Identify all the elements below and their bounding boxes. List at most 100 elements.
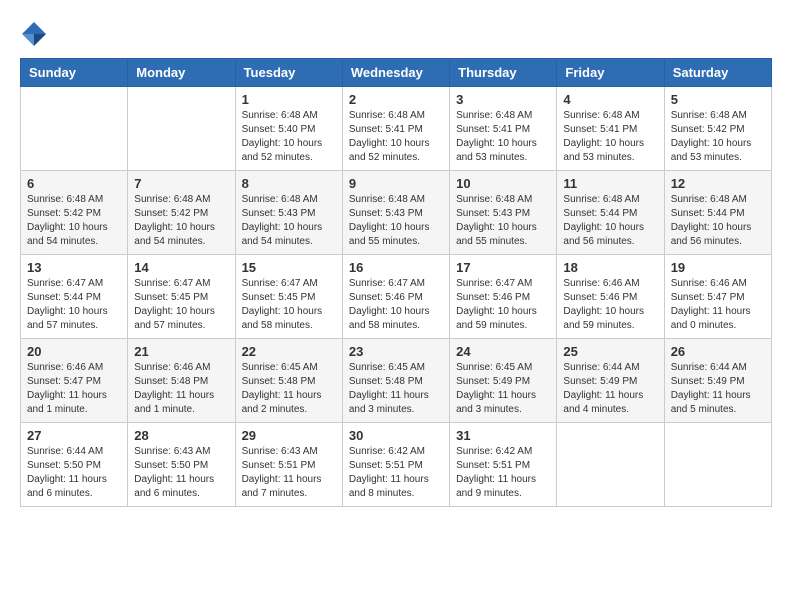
calendar-cell [664, 423, 771, 507]
calendar-cell: 24 Sunrise: 6:45 AM Sunset: 5:49 PM Dayli… [450, 339, 557, 423]
day-number: 21 [134, 344, 228, 359]
day-info: Sunrise: 6:48 AM Sunset: 5:43 PM Dayligh… [456, 193, 550, 249]
calendar-table: SundayMondayTuesdayWednesdayThursdayFrid… [20, 58, 772, 507]
day-number: 29 [242, 428, 336, 443]
day-info: Sunrise: 6:45 AM Sunset: 5:49 PM Dayligh… [456, 361, 550, 417]
col-header-monday: Monday [128, 59, 235, 87]
day-number: 19 [671, 260, 765, 275]
day-info: Sunrise: 6:47 AM Sunset: 5:46 PM Dayligh… [349, 277, 443, 333]
day-number: 25 [563, 344, 657, 359]
calendar-header-row: SundayMondayTuesdayWednesdayThursdayFrid… [21, 59, 772, 87]
col-header-friday: Friday [557, 59, 664, 87]
calendar-cell: 21 Sunrise: 6:46 AM Sunset: 5:48 PM Dayli… [128, 339, 235, 423]
day-info: Sunrise: 6:44 AM Sunset: 5:49 PM Dayligh… [563, 361, 657, 417]
col-header-saturday: Saturday [664, 59, 771, 87]
day-info: Sunrise: 6:48 AM Sunset: 5:42 PM Dayligh… [134, 193, 228, 249]
calendar-cell: 29Sunrise: 6:43 AM Sunset: 5:51 PM Dayli… [235, 423, 342, 507]
calendar-cell: 4Sunrise: 6:48 AM Sunset: 5:41 PM Daylig… [557, 87, 664, 171]
day-info: Sunrise: 6:45 AM Sunset: 5:48 PM Dayligh… [349, 361, 443, 417]
day-info: Sunrise: 6:48 AM Sunset: 5:41 PM Dayligh… [349, 109, 443, 165]
calendar-cell: 23 Sunrise: 6:45 AM Sunset: 5:48 PM Dayli… [342, 339, 449, 423]
day-number: 28 [134, 428, 228, 443]
day-info: Sunrise: 6:46 AM Sunset: 5:46 PM Dayligh… [563, 277, 657, 333]
calendar-cell: 16 Sunrise: 6:47 AM Sunset: 5:46 PM Dayli… [342, 255, 449, 339]
calendar-cell: 3 Sunrise: 6:48 AM Sunset: 5:41 PM Daylig… [450, 87, 557, 171]
day-number: 24 [456, 344, 550, 359]
calendar-cell: 19Sunrise: 6:46 AM Sunset: 5:47 PM Dayli… [664, 255, 771, 339]
day-info: Sunrise: 6:48 AM Sunset: 5:43 PM Dayligh… [242, 193, 336, 249]
day-number: 15 [242, 260, 336, 275]
calendar-cell: 9Sunrise: 6:48 AM Sunset: 5:43 PM Daylig… [342, 171, 449, 255]
day-number: 17 [456, 260, 550, 275]
day-info: Sunrise: 6:48 AM Sunset: 5:44 PM Dayligh… [563, 193, 657, 249]
calendar-cell: 20Sunrise: 6:46 AM Sunset: 5:47 PM Dayli… [21, 339, 128, 423]
day-info: Sunrise: 6:44 AM Sunset: 5:49 PM Dayligh… [671, 361, 765, 417]
calendar-cell: 12 Sunrise: 6:48 AM Sunset: 5:44 PM Dayli… [664, 171, 771, 255]
calendar-cell [21, 87, 128, 171]
calendar-cell: 7 Sunrise: 6:48 AM Sunset: 5:42 PM Daylig… [128, 171, 235, 255]
calendar-cell: 8 Sunrise: 6:48 AM Sunset: 5:43 PM Daylig… [235, 171, 342, 255]
day-number: 31 [456, 428, 550, 443]
day-number: 8 [242, 176, 336, 191]
calendar-cell: 11 Sunrise: 6:48 AM Sunset: 5:44 PM Dayli… [557, 171, 664, 255]
day-info: Sunrise: 6:44 AM Sunset: 5:50 PM Dayligh… [27, 445, 121, 501]
day-number: 27 [27, 428, 121, 443]
calendar-cell: 25 Sunrise: 6:44 AM Sunset: 5:49 PM Dayli… [557, 339, 664, 423]
col-header-thursday: Thursday [450, 59, 557, 87]
day-number: 22 [242, 344, 336, 359]
calendar-week-4: 20Sunrise: 6:46 AM Sunset: 5:47 PM Dayli… [21, 339, 772, 423]
day-info: Sunrise: 6:48 AM Sunset: 5:44 PM Dayligh… [671, 193, 765, 249]
day-number: 11 [563, 176, 657, 191]
day-info: Sunrise: 6:48 AM Sunset: 5:42 PM Dayligh… [27, 193, 121, 249]
col-header-wednesday: Wednesday [342, 59, 449, 87]
day-info: Sunrise: 6:47 AM Sunset: 5:44 PM Dayligh… [27, 277, 121, 333]
calendar-cell: 10 Sunrise: 6:48 AM Sunset: 5:43 PM Dayli… [450, 171, 557, 255]
logo-icon [20, 20, 48, 48]
day-number: 10 [456, 176, 550, 191]
day-info: Sunrise: 6:45 AM Sunset: 5:48 PM Dayligh… [242, 361, 336, 417]
day-number: 1 [242, 92, 336, 107]
calendar-week-5: 27 Sunrise: 6:44 AM Sunset: 5:50 PM Dayli… [21, 423, 772, 507]
day-number: 30 [349, 428, 443, 443]
calendar-cell: 5Sunrise: 6:48 AM Sunset: 5:42 PM Daylig… [664, 87, 771, 171]
col-header-sunday: Sunday [21, 59, 128, 87]
day-number: 16 [349, 260, 443, 275]
calendar-cell: 28 Sunrise: 6:43 AM Sunset: 5:50 PM Dayli… [128, 423, 235, 507]
day-number: 2 [349, 92, 443, 107]
day-info: Sunrise: 6:46 AM Sunset: 5:48 PM Dayligh… [134, 361, 228, 417]
calendar-cell: 2 Sunrise: 6:48 AM Sunset: 5:41 PM Daylig… [342, 87, 449, 171]
calendar-week-1: 1 Sunrise: 6:48 AM Sunset: 5:40 PM Daylig… [21, 87, 772, 171]
calendar-week-2: 6 Sunrise: 6:48 AM Sunset: 5:42 PM Daylig… [21, 171, 772, 255]
calendar-cell: 14 Sunrise: 6:47 AM Sunset: 5:45 PM Dayli… [128, 255, 235, 339]
day-info: Sunrise: 6:42 AM Sunset: 5:51 PM Dayligh… [349, 445, 443, 501]
day-number: 5 [671, 92, 765, 107]
day-info: Sunrise: 6:47 AM Sunset: 5:45 PM Dayligh… [242, 277, 336, 333]
day-info: Sunrise: 6:48 AM Sunset: 5:41 PM Dayligh… [456, 109, 550, 165]
day-number: 9 [349, 176, 443, 191]
day-number: 3 [456, 92, 550, 107]
day-number: 18 [563, 260, 657, 275]
day-number: 7 [134, 176, 228, 191]
day-info: Sunrise: 6:47 AM Sunset: 5:45 PM Dayligh… [134, 277, 228, 333]
day-info: Sunrise: 6:42 AM Sunset: 5:51 PM Dayligh… [456, 445, 550, 501]
calendar-cell: 22 Sunrise: 6:45 AM Sunset: 5:48 PM Dayli… [235, 339, 342, 423]
calendar-cell: 1 Sunrise: 6:48 AM Sunset: 5:40 PM Daylig… [235, 87, 342, 171]
day-number: 6 [27, 176, 121, 191]
day-number: 26 [671, 344, 765, 359]
day-number: 23 [349, 344, 443, 359]
day-number: 12 [671, 176, 765, 191]
day-info: Sunrise: 6:43 AM Sunset: 5:50 PM Dayligh… [134, 445, 228, 501]
calendar-cell: 26 Sunrise: 6:44 AM Sunset: 5:49 PM Dayli… [664, 339, 771, 423]
day-info: Sunrise: 6:48 AM Sunset: 5:40 PM Dayligh… [242, 109, 336, 165]
col-header-tuesday: Tuesday [235, 59, 342, 87]
calendar-cell [128, 87, 235, 171]
calendar-cell: 30 Sunrise: 6:42 AM Sunset: 5:51 PM Dayli… [342, 423, 449, 507]
calendar-cell: 13 Sunrise: 6:47 AM Sunset: 5:44 PM Dayli… [21, 255, 128, 339]
day-number: 13 [27, 260, 121, 275]
logo [20, 20, 52, 48]
day-number: 14 [134, 260, 228, 275]
calendar-cell: 31 Sunrise: 6:42 AM Sunset: 5:51 PM Dayli… [450, 423, 557, 507]
day-number: 20 [27, 344, 121, 359]
calendar-cell: 17Sunrise: 6:47 AM Sunset: 5:46 PM Dayli… [450, 255, 557, 339]
calendar-cell: 27 Sunrise: 6:44 AM Sunset: 5:50 PM Dayli… [21, 423, 128, 507]
